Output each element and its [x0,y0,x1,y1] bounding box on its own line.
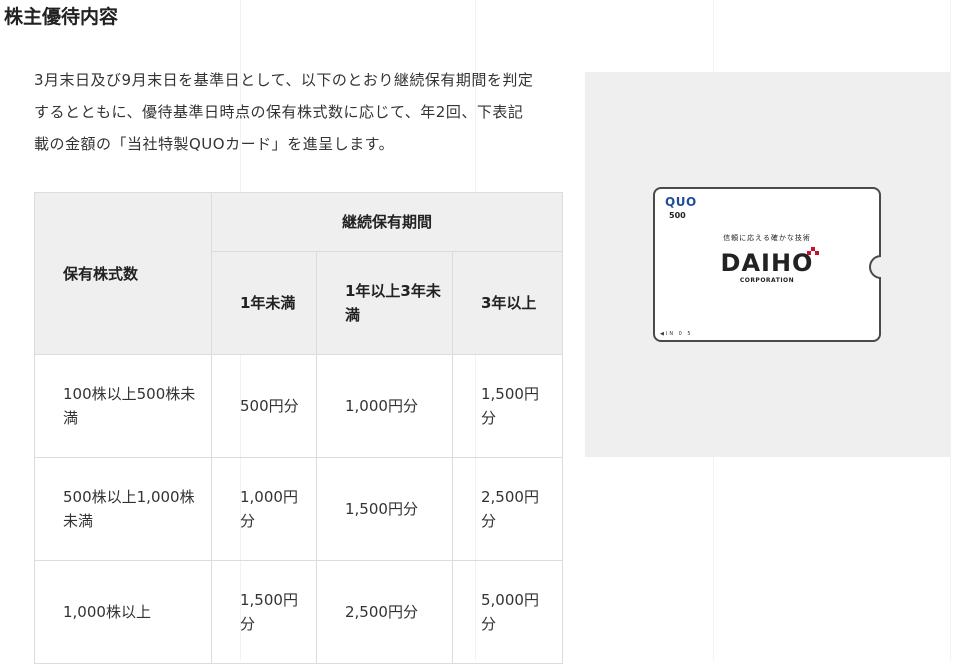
row-value: 1,500円分 [316,457,453,561]
benefit-table: 保有株式数 継続保有期間 1年未満 1年以上3年未満 3年以上 100株以上50… [34,192,564,664]
row-value: 2,500円分 [316,560,453,664]
card-code-text: IN 0 5 [665,331,693,337]
row-value: 2,500円分 [451,457,564,561]
header-period: 継続保有期間 [210,192,564,252]
logo-accent-icon [807,247,819,255]
header-shares: 保有株式数 [34,192,212,355]
row-value: 1,500円分 [211,560,317,664]
header-period-2: 1年以上3年未満 [316,251,453,355]
row-value: 1,500円分 [451,354,564,458]
row-shares: 500株以上1,000株未満 [34,457,212,561]
row-value: 1,000円分 [316,354,453,458]
daiho-logo-sub: CORPORATION [739,277,795,284]
header-period-3: 3年以上 [451,251,564,355]
table-row: 1,000株以上 1,500円分 2,500円分 5,000円分 [34,560,564,664]
quo-card-image-panel: QUO 500 信頼に応える確かな技術 DAIHO CORPORATION ◀I… [585,72,950,457]
table-row: 100株以上500株未満 500円分 1,000円分 1,500円分 [34,354,564,458]
header-period-1: 1年未満 [211,251,317,355]
row-value: 5,000円分 [451,560,564,664]
quo-card-value: 500 [669,211,686,220]
row-value: 1,000円分 [211,457,317,561]
daiho-logo: DAIHO [720,249,814,277]
table-row: 500株以上1,000株未満 1,000円分 1,500円分 2,500円分 [34,457,564,561]
quo-logo: QUO [665,195,697,209]
row-shares: 100株以上500株未満 [34,354,212,458]
card-slogan: 信頼に応える確かな技術 [723,234,811,242]
row-value: 500円分 [211,354,317,458]
page-title: 株主優待内容 [4,6,119,28]
intro-text: 3月末日及び9月末日を基準日として、以下のとおり継続保有期間を判定するとともに、… [34,71,534,153]
card-code: ◀IN 0 5 [660,331,693,337]
row-shares: 1,000株以上 [34,560,212,664]
quo-card-image: QUO 500 信頼に応える確かな技術 DAIHO CORPORATION ◀I… [653,187,881,342]
